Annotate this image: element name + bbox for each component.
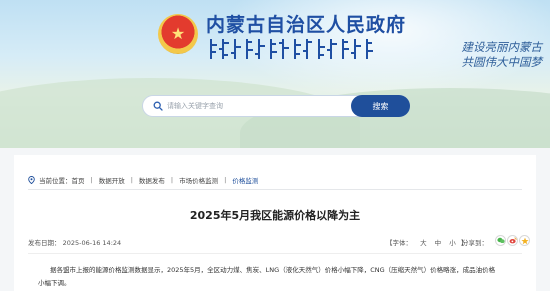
slogan-line: 共圆伟大中国梦: [461, 55, 543, 69]
breadcrumb-separator: |: [130, 176, 133, 184]
header-banner: ★ 内蒙古自治区人民政府 建设亮丽内蒙古 共圆伟大中国梦 请输入关键字查询 搜索: [0, 0, 550, 148]
article-paragraph: 据各盟市上报的能源价格监测数据显示，2025年5月，全区动力煤、焦炭、LNG（液…: [50, 266, 496, 274]
breadcrumb-prefix: 当前位置：: [39, 177, 72, 185]
wechat-icon[interactable]: [495, 235, 506, 246]
publish-date: 2025-06-16 14:24: [62, 239, 122, 247]
breadcrumb-separator: |: [170, 176, 174, 184]
font-size-large[interactable]: 大: [420, 239, 427, 247]
national-emblem-icon: ★: [158, 14, 198, 54]
breadcrumb-item-home[interactable]: 首页: [72, 175, 85, 185]
article-paragraph: 小幅下调。: [38, 279, 71, 287]
font-size-control: 【字体： 大 中 小 】: [386, 237, 467, 247]
search-button[interactable]: 搜索: [351, 95, 410, 117]
publish-label: 发布日期：: [28, 239, 61, 247]
article-panel: 当前位置： 首页 | 数据开放 | 数据发布 | 市场价格监测 | 价格监测 2…: [14, 155, 536, 291]
breadcrumb-item-data-open[interactable]: 数据开放: [99, 175, 125, 185]
breadcrumb-separator: |: [90, 176, 93, 184]
breadcrumb: 当前位置： 首页 | 数据开放 | 数据发布 | 市场价格监测 | 价格监测: [28, 175, 258, 185]
search-icon: [149, 95, 167, 117]
article-title: 2025年5月我区能源价格以降为主: [189, 209, 361, 222]
publish-info: 发布日期： 2025-06-16 14:24: [28, 237, 121, 247]
qzone-icon[interactable]: [519, 235, 530, 246]
font-size-small[interactable]: 小: [449, 239, 456, 247]
weibo-icon[interactable]: [507, 235, 518, 246]
breadcrumb-item-price-monitoring[interactable]: 价格监测: [232, 175, 258, 185]
breadcrumb-item-data-release[interactable]: 数据发布: [139, 175, 165, 185]
breadcrumb-item-market-price[interactable]: 市场价格监测: [179, 175, 218, 185]
font-size-medium[interactable]: 中: [435, 239, 442, 247]
slogan: 建设亮丽内蒙古 共圆伟大中国梦: [412, 40, 543, 70]
emblem-star-icon: ★: [170, 24, 186, 43]
share-section: 分享到：: [462, 237, 488, 247]
article-meta: 发布日期： 2025-06-16 14:24 【字体： 大 中 小 】 分享到：: [28, 235, 530, 249]
location-icon: [28, 176, 35, 184]
divider: [28, 253, 522, 254]
search-bar: 搜索: [142, 95, 410, 117]
mongolian-script-title: [210, 39, 373, 59]
slogan-line: 建设亮丽内蒙古: [461, 40, 543, 54]
divider: [28, 189, 522, 190]
font-size-label: 【字体：: [386, 239, 412, 247]
breadcrumb-separator: |: [224, 176, 227, 184]
share-label: 分享到：: [462, 239, 488, 247]
article-body: 据各盟市上报的能源价格监测数据显示，2025年5月，全区动力煤、焦炭、LNG（液…: [38, 264, 518, 290]
site-title[interactable]: 内蒙古自治区人民政府: [206, 10, 406, 37]
